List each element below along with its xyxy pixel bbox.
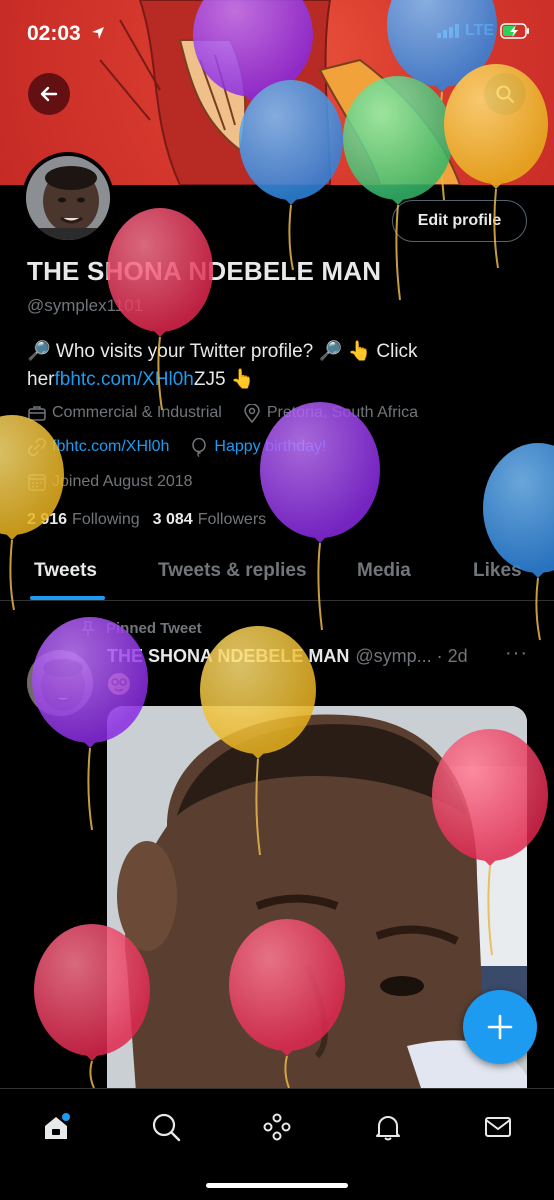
tweet-author-name[interactable]: THE SHONA NDEBELE MAN [107,646,349,667]
tweet-more-button[interactable]: ··· [505,642,528,665]
link-icon [27,437,47,457]
followers-count: 3 084 [152,511,193,528]
location-label: Pretoria, South Africa [266,404,419,421]
profile-avatar[interactable] [22,152,114,244]
tweet-author-avatar[interactable] [27,650,93,716]
nav-messages[interactable] [478,1107,518,1147]
location-arrow-icon [91,27,104,39]
pinned-tweet-label: Pinned Tweet [80,620,202,637]
edit-profile-button[interactable]: Edit profile [392,200,527,242]
nav-search[interactable] [146,1107,186,1147]
website-link[interactable]: fbhtc.com/XHl0h [52,438,169,456]
profile-name: THE SHONA NDEBELE MAN [27,256,382,286]
profile-meta-row-2: fbhtc.com/XHl0h Happy birthday! [27,437,346,457]
profile-joined: Joined August 2018 [27,472,193,492]
network-label: LTE [464,22,494,39]
tweet-author-handle: @symp... [355,646,432,666]
home-icon [45,1113,70,1139]
tab-likes[interactable]: Likes [473,560,522,582]
tweet-header: THE SHONA NDEBELE MAN @symp... · 2d [107,646,468,667]
nav-notifications[interactable] [368,1107,408,1147]
briefcase-icon [27,403,47,423]
selfie-image [107,706,527,1106]
tweet-age: · 2d [436,646,468,666]
search-button[interactable] [484,73,526,115]
pin-icon [81,620,95,636]
profile-handle: @symplex1101 [27,296,144,315]
plus-icon [487,1014,513,1040]
joined-label: Joined August 2018 [52,473,193,490]
birthday-label[interactable]: Happy birthday! [214,438,326,456]
back-button[interactable] [28,73,70,115]
profile-meta-row-1: Commercial & Industrial Pretoria, South … [27,403,438,423]
bio-link[interactable]: fbhtc.com/XHl0h [54,369,193,390]
following-count: 2 916 [27,511,68,528]
category-label: Commercial & Industrial [52,404,222,421]
avatar-photo [26,156,110,240]
tab-media[interactable]: Media [357,560,411,582]
profile-bio: 🔎 Who visits your Twitter profile? 🔎 👆 C… [27,338,507,394]
nav-spaces[interactable] [257,1107,297,1147]
status-bar: 02:03 LTE [0,0,554,64]
profile-website[interactable]: fbhtc.com/XHl0h [27,437,169,457]
tweet-media-photo[interactable] [107,706,527,1106]
location-pin-icon [242,403,262,423]
status-time: 02:03 [27,22,105,46]
followers-label: Followers [197,511,267,528]
arrow-left-icon [40,86,58,102]
spaces-icon [263,1113,291,1141]
avatar-photo [27,650,93,716]
profile-birthday[interactable]: Happy birthday! [189,437,326,457]
signal-icon [436,24,459,38]
nav-home[interactable] [36,1107,76,1147]
pinned-text: Pinned Tweet [106,620,202,637]
balloon-icon [189,437,209,457]
home-indicator [206,1183,348,1188]
bell-icon [376,1116,400,1141]
profile-category: Commercial & Industrial [27,403,222,423]
following-label: Following [72,511,140,528]
tab-tweets[interactable]: Tweets [34,560,97,582]
following-stat[interactable]: 2 916 Following [27,511,140,529]
active-tab-indicator [30,596,105,600]
compose-tweet-button[interactable] [463,990,537,1064]
follow-stats: 2 916 Following 3 084 Followers [27,511,266,529]
status-indicators: LTE [436,22,530,40]
bio-text-end: ZJ5 👆 [193,369,255,390]
profile-meta-row-3: Joined August 2018 [27,472,213,492]
followers-stat[interactable]: 3 084 Followers [153,511,267,529]
profile-tabs: Tweets Tweets & replies Media Likes [0,548,554,601]
mail-icon [485,1117,511,1137]
search-icon [152,1113,181,1142]
tab-tweets-replies[interactable]: Tweets & replies [158,560,307,582]
nerd-emoji-icon [108,673,130,695]
profile-location: Pretoria, South Africa [242,403,418,423]
battery-charging-icon [500,23,529,39]
search-icon [496,85,515,104]
calendar-icon [27,472,47,492]
